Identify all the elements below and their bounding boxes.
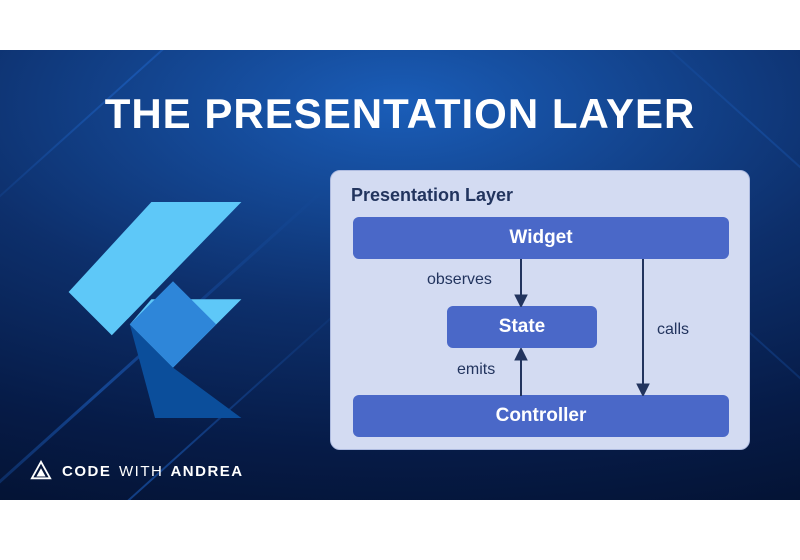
diagram-panel-title: Presentation Layer xyxy=(351,185,729,206)
arrow-controller-to-state-icon xyxy=(511,348,531,396)
arrow-label-observes: observes xyxy=(427,271,492,289)
brand-text-andrea: ANDREA xyxy=(170,463,243,480)
brand-text-with: WITH xyxy=(119,463,163,480)
arrow-label-calls: calls xyxy=(657,321,689,339)
page-title: THE PRESENTATION LAYER xyxy=(0,90,800,138)
diagram-box-controller: Controller xyxy=(353,395,729,437)
brand-text-code: CODE xyxy=(62,463,111,480)
diagram-box-state: State xyxy=(447,306,597,348)
slide: THE PRESENTATION LAYER Presentation Laye… xyxy=(0,50,800,500)
diagram-panel: Presentation Layer Widget State Controll… xyxy=(330,170,750,450)
flutter-logo-icon xyxy=(65,200,245,420)
brand-badge: CODE WITH ANDREA xyxy=(30,460,244,482)
brand-mark-icon xyxy=(30,460,52,482)
arrow-widget-to-state-icon xyxy=(511,259,531,307)
arrow-label-emits: emits xyxy=(457,361,495,379)
arrow-widget-to-controller-icon xyxy=(633,259,653,396)
diagram-box-widget: Widget xyxy=(353,217,729,259)
